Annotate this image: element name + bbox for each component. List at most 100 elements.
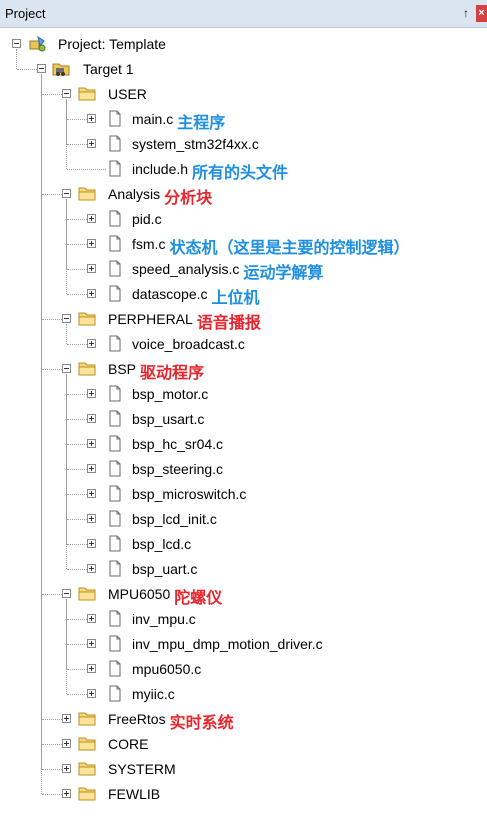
folder-icon: [78, 310, 96, 327]
tree-guide-line: [42, 769, 62, 770]
close-icon[interactable]: ×: [476, 5, 487, 22]
panel-title: Project: [5, 6, 46, 21]
tree-item-label: bsp_uart.c: [132, 561, 198, 577]
folder-icon: [78, 185, 96, 202]
expand-toggle-icon[interactable]: [87, 689, 96, 698]
tree-item-label: inv_mpu_dmp_motion_driver.c: [132, 636, 323, 652]
expand-toggle-icon[interactable]: [87, 389, 96, 398]
collapse-toggle-icon[interactable]: [62, 89, 71, 98]
collapse-toggle-icon[interactable]: [62, 189, 71, 198]
expand-toggle-icon[interactable]: [87, 664, 96, 673]
tree-item-label: inv_mpu.c: [132, 611, 196, 627]
file-icon: [106, 460, 124, 477]
annotation-note: 运动学解算: [243, 263, 324, 282]
file-icon: [106, 285, 124, 302]
tree-item-label: voice_broadcast.c: [132, 336, 245, 352]
folder-icon: [78, 85, 96, 102]
expand-toggle-icon[interactable]: [87, 114, 96, 123]
tree-item-fewlib[interactable]: FEWLIB: [0, 782, 487, 807]
tree-item-label: FEWLIB: [108, 786, 161, 802]
file-icon: [106, 610, 124, 627]
tree-guide-line: [67, 469, 87, 470]
expand-toggle-icon[interactable]: [87, 339, 96, 348]
annotation-note: 语音播报: [196, 313, 261, 332]
file-icon: [106, 510, 124, 527]
expand-toggle-icon[interactable]: [87, 289, 96, 298]
expand-toggle-icon[interactable]: [87, 239, 96, 248]
expand-toggle-icon[interactable]: [87, 639, 96, 648]
expand-toggle-icon[interactable]: [87, 539, 96, 548]
expand-toggle-icon[interactable]: [87, 439, 96, 448]
tree-item-analysis[interactable]: Analysis 分析块: [0, 182, 487, 207]
tree-guide-line: [42, 369, 62, 370]
file-icon: [106, 560, 124, 577]
tree-item-label: SYSTERM: [108, 761, 176, 777]
tree-item-label: myiic.c: [132, 686, 175, 702]
tree-guide-line: [67, 494, 87, 495]
tree-guide-line: [67, 619, 87, 620]
tree-guide-line: [67, 244, 87, 245]
tree-guide-line: [42, 194, 62, 195]
expand-toggle-icon[interactable]: [87, 614, 96, 623]
tree-guide-line: [42, 594, 62, 595]
expand-toggle-icon[interactable]: [62, 789, 71, 798]
tree-item-bsp[interactable]: BSP 驱动程序: [0, 357, 487, 382]
tree-item-label: bsp_microswitch.c: [132, 486, 247, 502]
expand-toggle-icon[interactable]: [62, 739, 71, 748]
tree-item-label: bsp_hc_sr04.c: [132, 436, 224, 452]
expand-toggle-icon[interactable]: [87, 489, 96, 498]
project-tree: Project: Template Target 1 USER main.c 主程序 sy…: [0, 28, 487, 820]
collapse-toggle-icon[interactable]: [62, 589, 71, 598]
tree-item-mpu6050[interactable]: MPU6050 陀螺仪: [0, 582, 487, 607]
tree-item-label: system_stm32f4xx.c: [132, 136, 259, 152]
tree-item-target-1[interactable]: Target 1: [0, 57, 487, 82]
folder-icon: [78, 360, 96, 377]
annotation-note: 分析块: [164, 188, 213, 207]
expand-toggle-icon[interactable]: [87, 514, 96, 523]
annotation-note: 主程序: [177, 113, 226, 132]
collapse-toggle-icon[interactable]: [37, 64, 46, 73]
expand-toggle-icon[interactable]: [87, 264, 96, 273]
tree-item-systerm[interactable]: SYSTERM: [0, 757, 487, 782]
annotation-note: 陀螺仪: [174, 588, 223, 607]
file-icon: [106, 235, 124, 252]
file-icon: [106, 210, 124, 227]
expand-toggle-icon[interactable]: [87, 464, 96, 473]
file-icon: [106, 260, 124, 277]
annotation-note: 实时系统: [169, 713, 234, 732]
expand-toggle-icon[interactable]: [62, 764, 71, 773]
tree-guide-line: [67, 219, 87, 220]
tree-guide-line: [42, 794, 62, 795]
tree-guide-line: [66, 99, 67, 169]
expand-toggle-icon[interactable]: [62, 714, 71, 723]
tree-item-user[interactable]: USER: [0, 82, 487, 107]
folder-icon: [78, 760, 96, 777]
tree-guide-line: [67, 419, 87, 420]
tree-item-label: Analysis: [108, 186, 161, 202]
tree-guide-line: [67, 694, 87, 695]
collapse-toggle-icon[interactable]: [62, 364, 71, 373]
expand-toggle-icon[interactable]: [87, 139, 96, 148]
expand-toggle-icon[interactable]: [87, 414, 96, 423]
collapse-toggle-icon[interactable]: [62, 314, 71, 323]
annotation-note: 状态机（这里是主要的控制逻辑）: [169, 238, 410, 257]
tree-guide-line: [67, 519, 87, 520]
file-icon: [106, 385, 124, 402]
expand-toggle-icon[interactable]: [87, 214, 96, 223]
annotation-note: 所有的头文件: [192, 163, 289, 182]
tree-item-label: PERPHERAL: [108, 311, 193, 327]
file-icon: [106, 410, 124, 427]
expand-toggle-icon[interactable]: [87, 564, 96, 573]
collapse-toggle-icon[interactable]: [12, 39, 21, 48]
tree-item-label: MPU6050: [108, 586, 171, 602]
tree-item-project-template[interactable]: Project: Template: [0, 32, 487, 57]
file-icon: [106, 110, 124, 127]
pin-icon[interactable]: ↑: [460, 5, 472, 21]
tree-item-perpheral[interactable]: PERPHERAL 语音播报: [0, 307, 487, 332]
tree-guide-line: [67, 569, 87, 570]
tree-item-label: Target 1: [83, 61, 134, 77]
folder-icon: [78, 585, 96, 602]
tree-item-freertos[interactable]: FreeRtos 实时系统: [0, 707, 487, 732]
tree-item-label: FreeRtos: [108, 711, 166, 727]
tree-item-core[interactable]: CORE: [0, 732, 487, 757]
